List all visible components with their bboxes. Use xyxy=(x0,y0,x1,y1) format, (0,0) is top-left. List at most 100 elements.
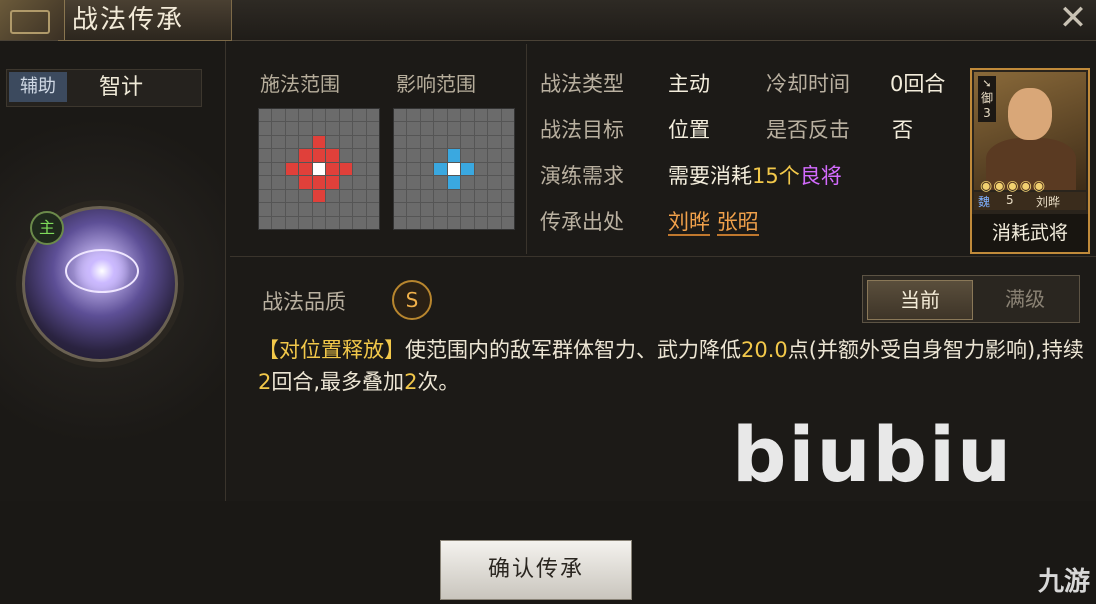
grid-cell xyxy=(407,149,420,162)
target-label: 战法目标 xyxy=(540,118,624,142)
grid-cell xyxy=(259,189,272,203)
grid-cell xyxy=(272,162,285,176)
grid-cell xyxy=(447,149,461,162)
grid-cell xyxy=(394,149,407,162)
grid-cell xyxy=(420,149,434,162)
skill-description: 【对位置释放】使范围内的敌军群体智力、武力降低20.0点(并额外受自身智力影响)… xyxy=(258,334,1088,398)
effect-range-label: 影响范围 xyxy=(396,72,476,96)
grid-cell xyxy=(312,109,326,122)
grid-cell xyxy=(339,189,353,203)
grid-cell xyxy=(312,176,326,189)
rank-badge: ➘ 御 3 xyxy=(978,76,996,122)
grid-cell xyxy=(326,122,339,135)
close-icon[interactable]: ✕ xyxy=(1056,1,1090,36)
grid-cell xyxy=(394,203,407,216)
desc-text: 次。 xyxy=(417,370,460,394)
grid-cell xyxy=(285,176,299,189)
window-title: 战法传承 xyxy=(72,5,185,35)
grid-cell xyxy=(285,122,299,135)
grid-cell xyxy=(434,109,447,122)
grid-cell xyxy=(488,149,501,162)
grid-cell xyxy=(461,109,474,122)
desc-value: 2 xyxy=(404,370,418,394)
grid-cell xyxy=(501,203,514,216)
grid-cell xyxy=(353,162,366,176)
origin-link-1[interactable]: 刘晔 xyxy=(668,210,710,236)
grid-cell xyxy=(407,189,420,203)
grid-cell xyxy=(339,203,353,216)
general-card[interactable]: ➘ 御 3 ◉◉◉◉◉ 魏 5 刘晔 消耗武将 xyxy=(970,68,1090,254)
counter-label: 是否反击 xyxy=(766,118,850,142)
grid-cell xyxy=(434,122,447,135)
general-name: 刘晔 xyxy=(1036,195,1061,209)
skill-tag-box: 辅助 智计 xyxy=(6,69,202,107)
grid-cell xyxy=(474,203,488,216)
type-value: 主动 xyxy=(668,72,710,96)
effect-range-grid xyxy=(393,108,515,230)
desc-text: 回合,最多叠加 xyxy=(271,370,405,394)
grid-cell xyxy=(366,149,379,162)
grid-cell xyxy=(326,216,339,229)
grid-cell xyxy=(326,149,339,162)
grid-cell xyxy=(407,162,420,176)
grid-cell xyxy=(474,149,488,162)
grid-cell xyxy=(339,176,353,189)
grid-cell xyxy=(434,216,447,229)
grid-cell xyxy=(474,216,488,229)
vertical-divider xyxy=(526,44,527,254)
grid-cell xyxy=(326,203,339,216)
grid-cell xyxy=(501,149,514,162)
grid-cell xyxy=(488,162,501,176)
grid-cell xyxy=(299,109,312,122)
grid-cell xyxy=(366,216,379,229)
grid-cell xyxy=(447,162,461,176)
grid-cell xyxy=(501,122,514,135)
grid-cell xyxy=(447,176,461,189)
grid-cell xyxy=(407,135,420,149)
grid-cell xyxy=(407,109,420,122)
grid-cell xyxy=(474,176,488,189)
type-label: 战法类型 xyxy=(540,72,624,96)
grid-cell xyxy=(474,162,488,176)
grid-cell xyxy=(312,216,326,229)
grid-cell xyxy=(501,176,514,189)
grid-cell xyxy=(366,189,379,203)
grid-cell xyxy=(407,122,420,135)
grid-cell xyxy=(259,162,272,176)
eye-icon xyxy=(65,249,139,293)
grid-cell xyxy=(353,149,366,162)
grid-cell xyxy=(272,189,285,203)
tab-current[interactable]: 当前 xyxy=(867,280,973,320)
grid-cell xyxy=(299,122,312,135)
title-ornament xyxy=(0,0,65,40)
quality-label: 战法品质 xyxy=(262,290,346,314)
quality-grade: S xyxy=(392,280,432,320)
grid-cell xyxy=(272,109,285,122)
origin-link-2[interactable]: 张昭 xyxy=(716,210,759,236)
desc-value: 2 xyxy=(258,370,272,394)
grid-cell xyxy=(420,189,434,203)
desc-text: 点(并额外受自身智力影响),持续 xyxy=(787,338,1084,362)
grid-cell xyxy=(259,122,272,135)
confirm-inherit-button[interactable]: 确认传承 xyxy=(440,540,632,600)
level-toggle: 当前 满级 xyxy=(862,275,1080,323)
grid-cell xyxy=(420,203,434,216)
grid-cell xyxy=(366,176,379,189)
grid-cell xyxy=(353,176,366,189)
grid-cell xyxy=(285,203,299,216)
grid-cell xyxy=(407,176,420,189)
requirement-label: 演练需求 xyxy=(540,164,624,188)
arrow-icon: ➘ xyxy=(982,77,992,90)
tab-max-level[interactable]: 满级 xyxy=(973,280,1077,318)
grid-cell xyxy=(259,176,272,189)
grid-cell xyxy=(339,216,353,229)
grid-cell xyxy=(339,122,353,135)
skill-name: 智计 xyxy=(99,75,144,100)
desc-tag: 【对位置释放】 xyxy=(258,338,405,362)
grid-cell xyxy=(299,216,312,229)
grid-cell xyxy=(474,122,488,135)
grid-cell xyxy=(353,189,366,203)
requirement-value: 需要消耗15个良将 xyxy=(668,160,842,190)
grid-cell xyxy=(299,203,312,216)
grid-cell xyxy=(434,162,447,176)
